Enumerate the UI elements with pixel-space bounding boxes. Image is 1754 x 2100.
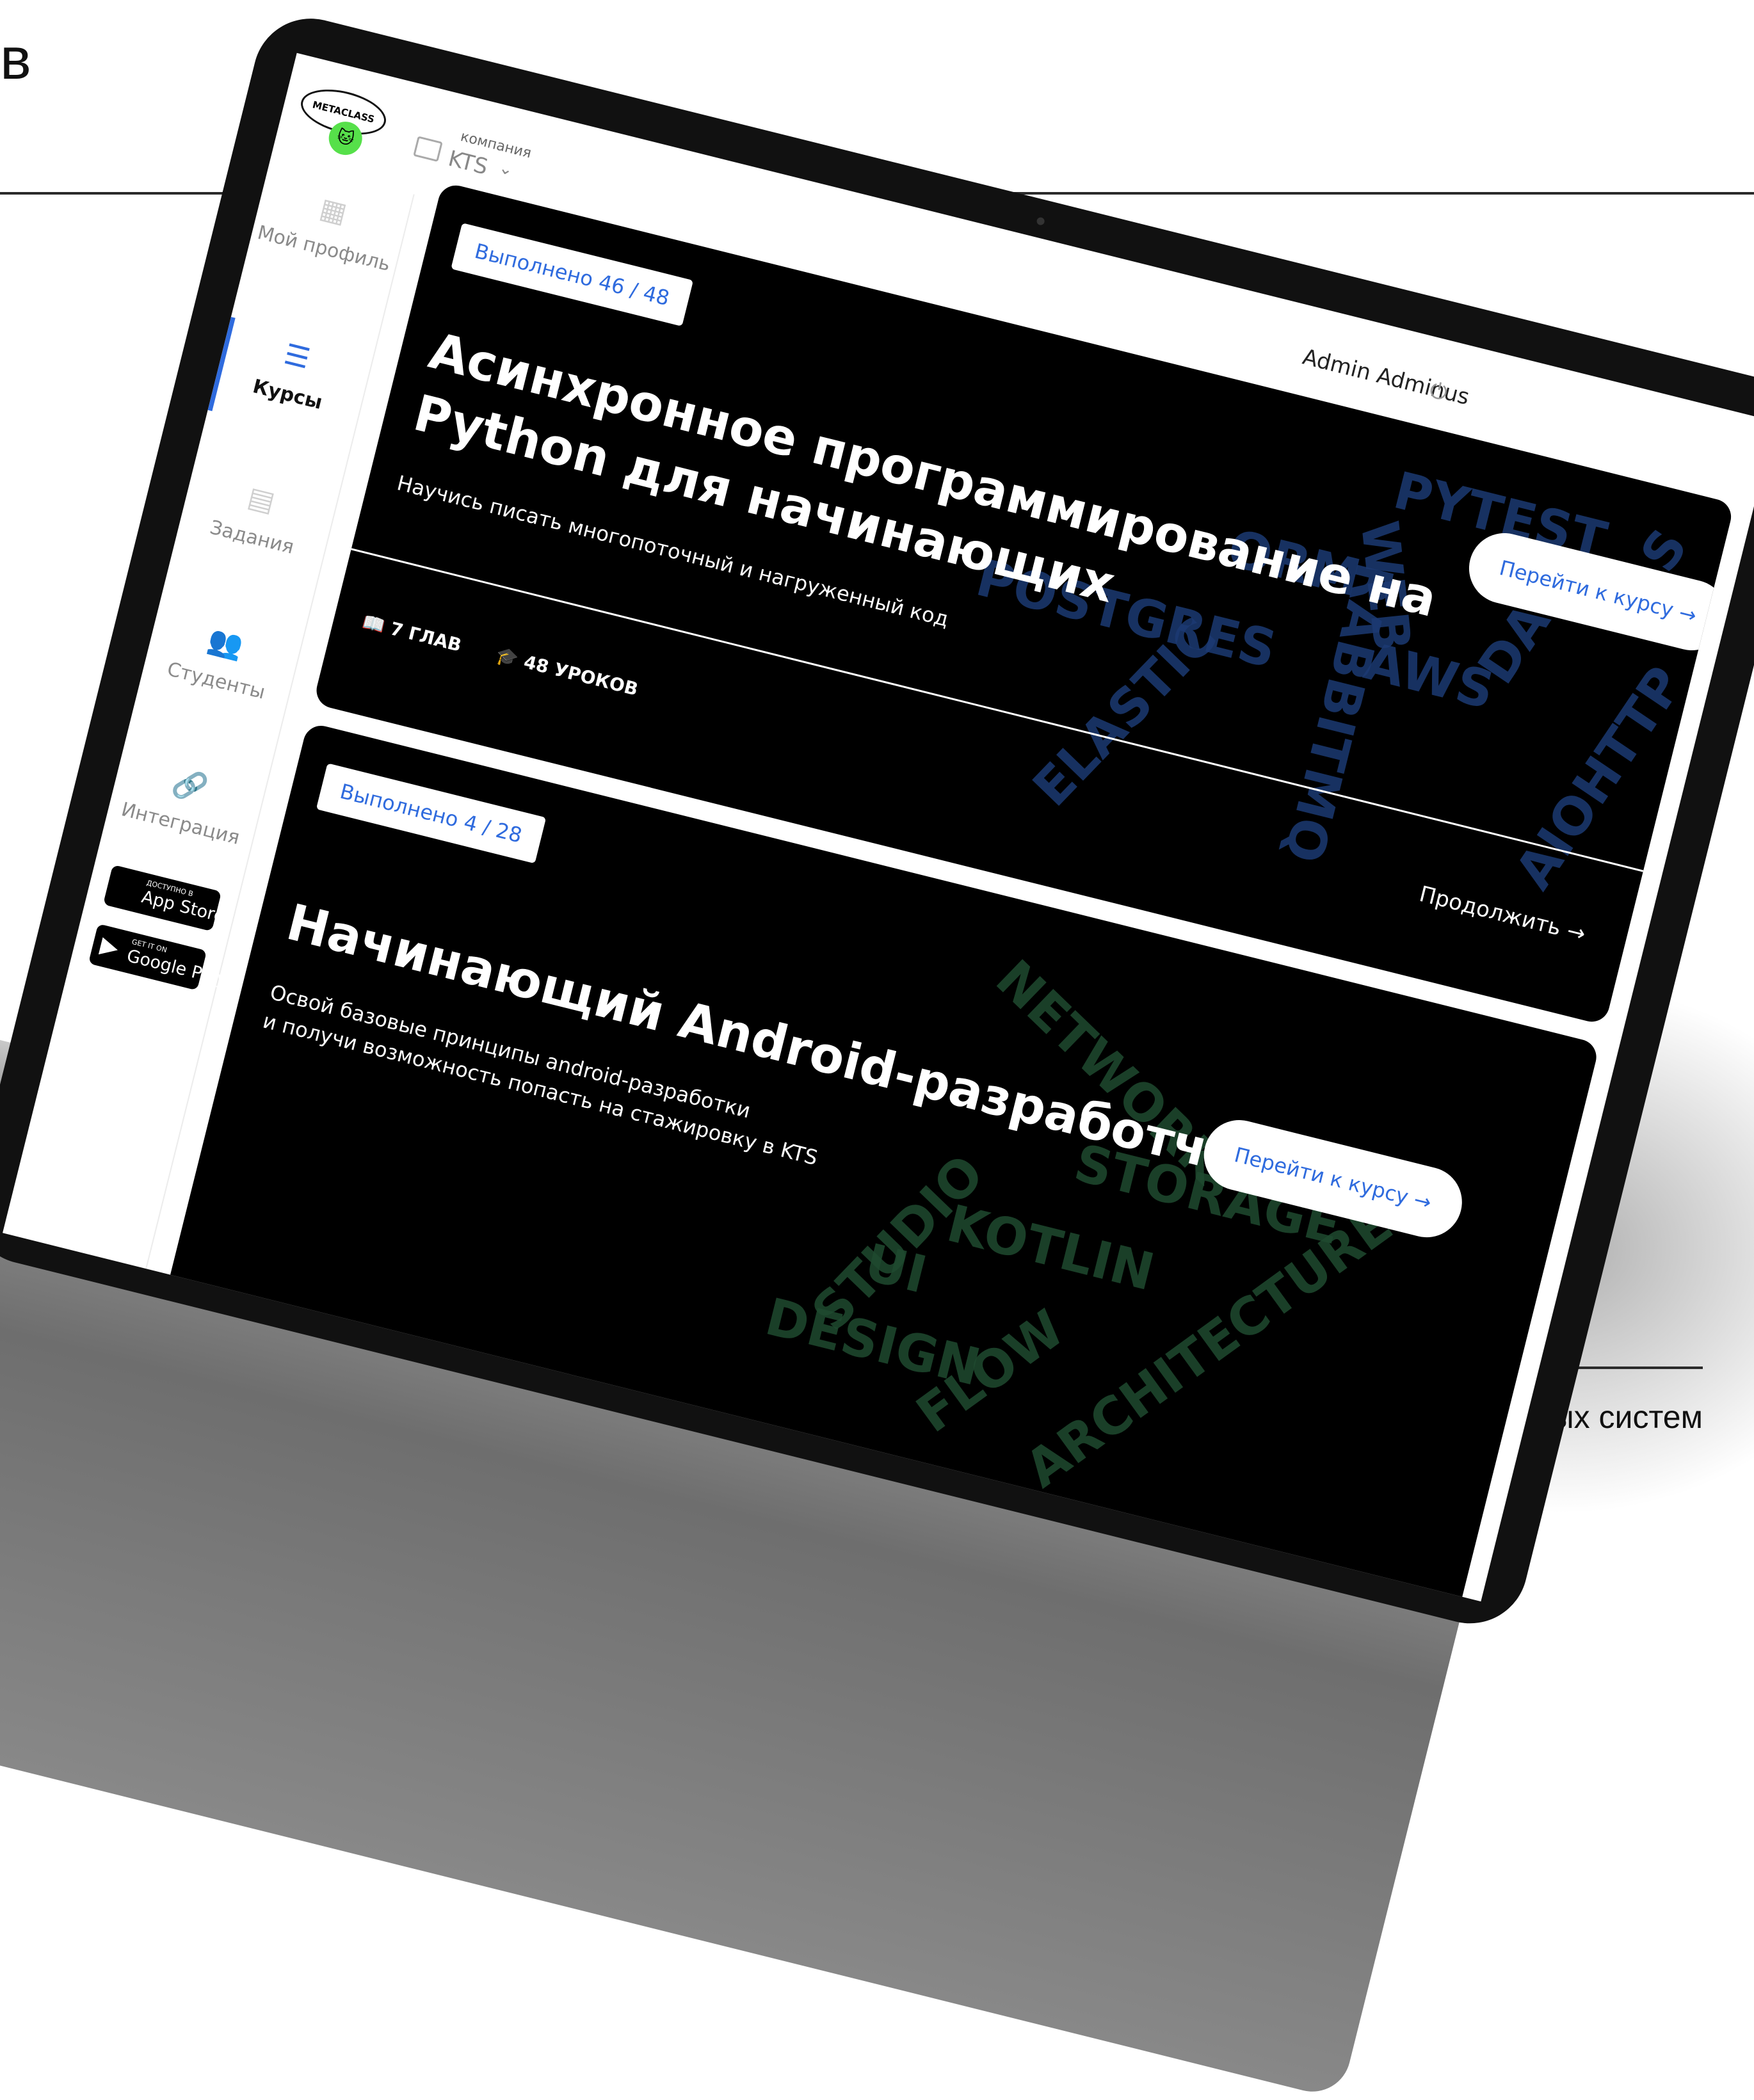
graduation-cap-icon: 🎓 [494, 644, 527, 672]
google-play-badge[interactable]: ▶ GET IT ON Google Play [88, 924, 229, 991]
progress-badge: Выполнено 46 / 48 [451, 223, 694, 326]
user-name[interactable]: Admin Adminus [1300, 344, 1472, 410]
book-icon: 📖 [360, 611, 394, 639]
sidebar-item-courses[interactable]: ☰ Курсы [213, 323, 372, 424]
sidebar-item-profile[interactable]: ▦ Мой профиль [250, 177, 408, 278]
arrow-right-icon: → [1411, 1187, 1434, 1215]
lessons-label: 48 УРОКОВ [521, 651, 641, 700]
app-store-badge[interactable]: ДОСТУПНО В App Store [102, 864, 227, 932]
slide-corner-letter: в [0, 26, 31, 92]
play-icon: ▶ [97, 931, 122, 962]
tag-word: AIOHTTP [1503, 655, 1695, 900]
progress-badge: Выполнено 4 / 28 [316, 763, 546, 864]
sidebar-item-tasks[interactable]: ▤ Задания [178, 466, 337, 566]
briefcase-icon [413, 136, 443, 163]
camera-dot [1036, 216, 1045, 226]
chapters-label: 7 ГЛАВ [388, 618, 464, 656]
continue-link[interactable]: Продолжить → [1417, 881, 1588, 947]
chevron-down-icon: ⌄ [497, 157, 515, 180]
sidebar-item-integration[interactable]: 🔗 Интеграция [106, 751, 266, 853]
chapters-count: 📖 7 ГЛАВ [360, 611, 463, 656]
sidebar-item-students[interactable]: 👥 Студенты [142, 609, 302, 710]
arrow-right-icon: → [1564, 918, 1588, 947]
lessons-count: 🎓 48 УРОКОВ [494, 645, 641, 700]
company-value: KTS [446, 145, 491, 180]
arrow-right-icon: → [1676, 600, 1700, 629]
google-play-big: Google Play [124, 945, 229, 990]
